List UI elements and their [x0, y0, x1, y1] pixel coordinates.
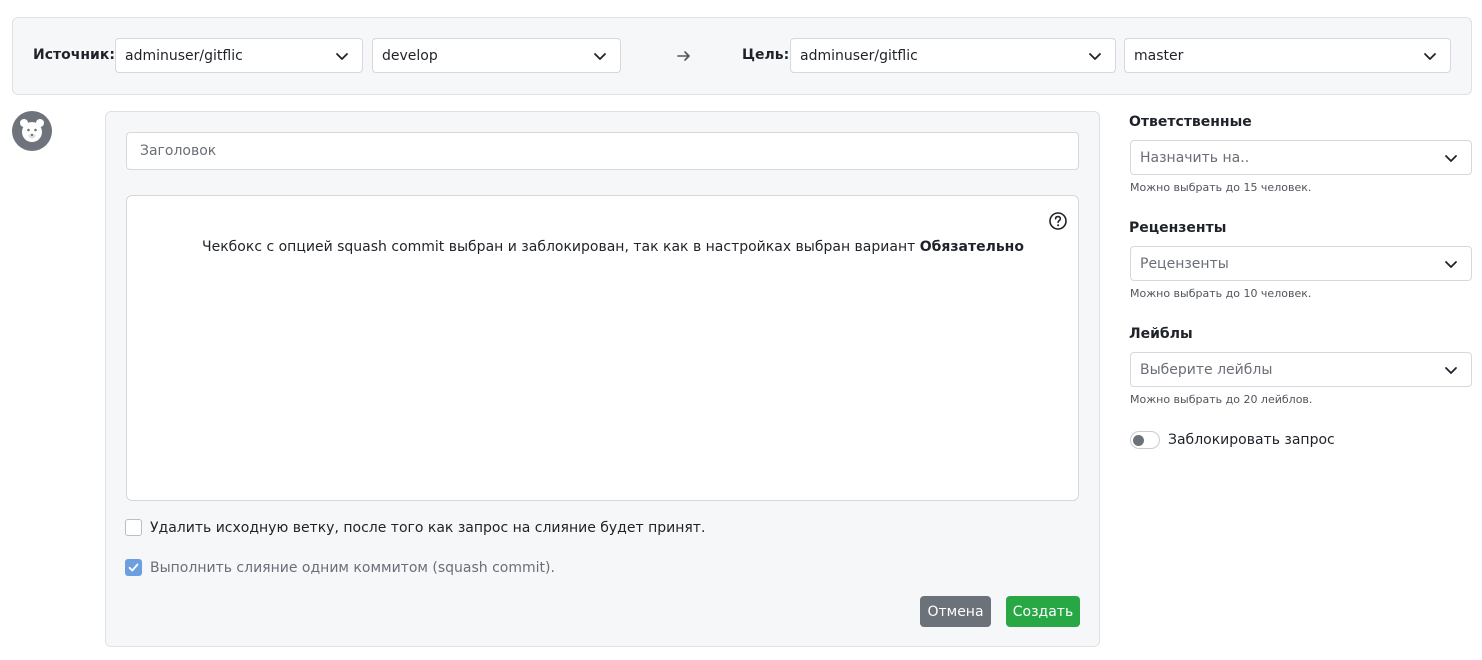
- chevron-down-icon: [1445, 155, 1457, 162]
- source-branch-select[interactable]: develop: [372, 38, 621, 73]
- arrow-right-icon: [677, 51, 690, 61]
- chevron-down-icon: [594, 53, 606, 60]
- source-branch-value: develop: [382, 47, 438, 64]
- question-circle-icon[interactable]: [1048, 211, 1068, 231]
- target-label: Цель:: [742, 47, 790, 63]
- source-repo-select[interactable]: adminuser/gitflic: [115, 38, 363, 73]
- delete-branch-label: Удалить исходную ветку, после того как з…: [150, 519, 706, 536]
- avatar: [12, 111, 52, 151]
- target-repo-value: adminuser/gitflic: [800, 47, 918, 64]
- merge-request-form: Чекбокс с опцией squash commit выбран и …: [105, 111, 1100, 647]
- target-repo-select[interactable]: adminuser/gitflic: [790, 38, 1116, 73]
- create-button[interactable]: Создать: [1006, 596, 1080, 627]
- bear-icon: [20, 119, 44, 142]
- assignees-hint: Можно выбрать до 15 человек.: [1130, 181, 1312, 194]
- labels-select[interactable]: Выберите лейблы: [1130, 352, 1472, 387]
- assignees-select[interactable]: Назначить на..: [1130, 140, 1472, 175]
- squash-commit-label: Выполнить слияние одним коммитом (squash…: [150, 559, 555, 576]
- source-label: Источник:: [33, 47, 115, 63]
- chevron-down-icon: [1089, 53, 1101, 60]
- reviewers-select[interactable]: Рецензенты: [1130, 246, 1472, 281]
- description-editor[interactable]: Чекбокс с опцией squash commit выбран и …: [126, 195, 1079, 501]
- cancel-button[interactable]: Отмена: [920, 596, 991, 627]
- chevron-down-icon: [336, 53, 348, 60]
- target-branch-value: master: [1134, 47, 1184, 64]
- source-repo-value: adminuser/gitflic: [125, 47, 243, 64]
- branch-selection-bar: Источник: adminuser/gitflic develop Цель…: [12, 17, 1472, 95]
- reviewers-label: Рецензенты: [1129, 220, 1227, 236]
- lock-request-label: Заблокировать запрос: [1168, 432, 1335, 448]
- squash-commit-checkbox: [125, 559, 142, 576]
- target-branch-select[interactable]: master: [1124, 38, 1451, 73]
- chevron-down-icon: [1445, 261, 1457, 268]
- description-text: Чекбокс с опцией squash commit выбран и …: [202, 239, 1024, 255]
- delete-branch-option[interactable]: Удалить исходную ветку, после того как з…: [125, 519, 705, 536]
- chevron-down-icon: [1445, 367, 1457, 374]
- squash-commit-option: Выполнить слияние одним коммитом (squash…: [125, 559, 555, 576]
- check-icon: [128, 563, 139, 572]
- labels-placeholder: Выберите лейблы: [1140, 361, 1273, 378]
- reviewers-hint: Можно выбрать до 10 человек.: [1130, 287, 1312, 300]
- lock-request-option[interactable]: Заблокировать запрос: [1130, 431, 1335, 449]
- assignees-label: Ответственные: [1129, 114, 1252, 130]
- chevron-down-icon: [1424, 53, 1436, 60]
- labels-label: Лейблы: [1129, 326, 1193, 342]
- title-input[interactable]: [126, 132, 1079, 170]
- delete-branch-checkbox[interactable]: [125, 519, 142, 536]
- reviewers-placeholder: Рецензенты: [1140, 255, 1229, 272]
- toggle-knob: [1133, 435, 1144, 446]
- description-bold-text: Обязательно: [919, 239, 1024, 255]
- assignees-placeholder: Назначить на..: [1140, 149, 1250, 166]
- labels-hint: Можно выбрать до 20 лейблов.: [1130, 393, 1313, 406]
- lock-request-toggle[interactable]: [1130, 431, 1160, 449]
